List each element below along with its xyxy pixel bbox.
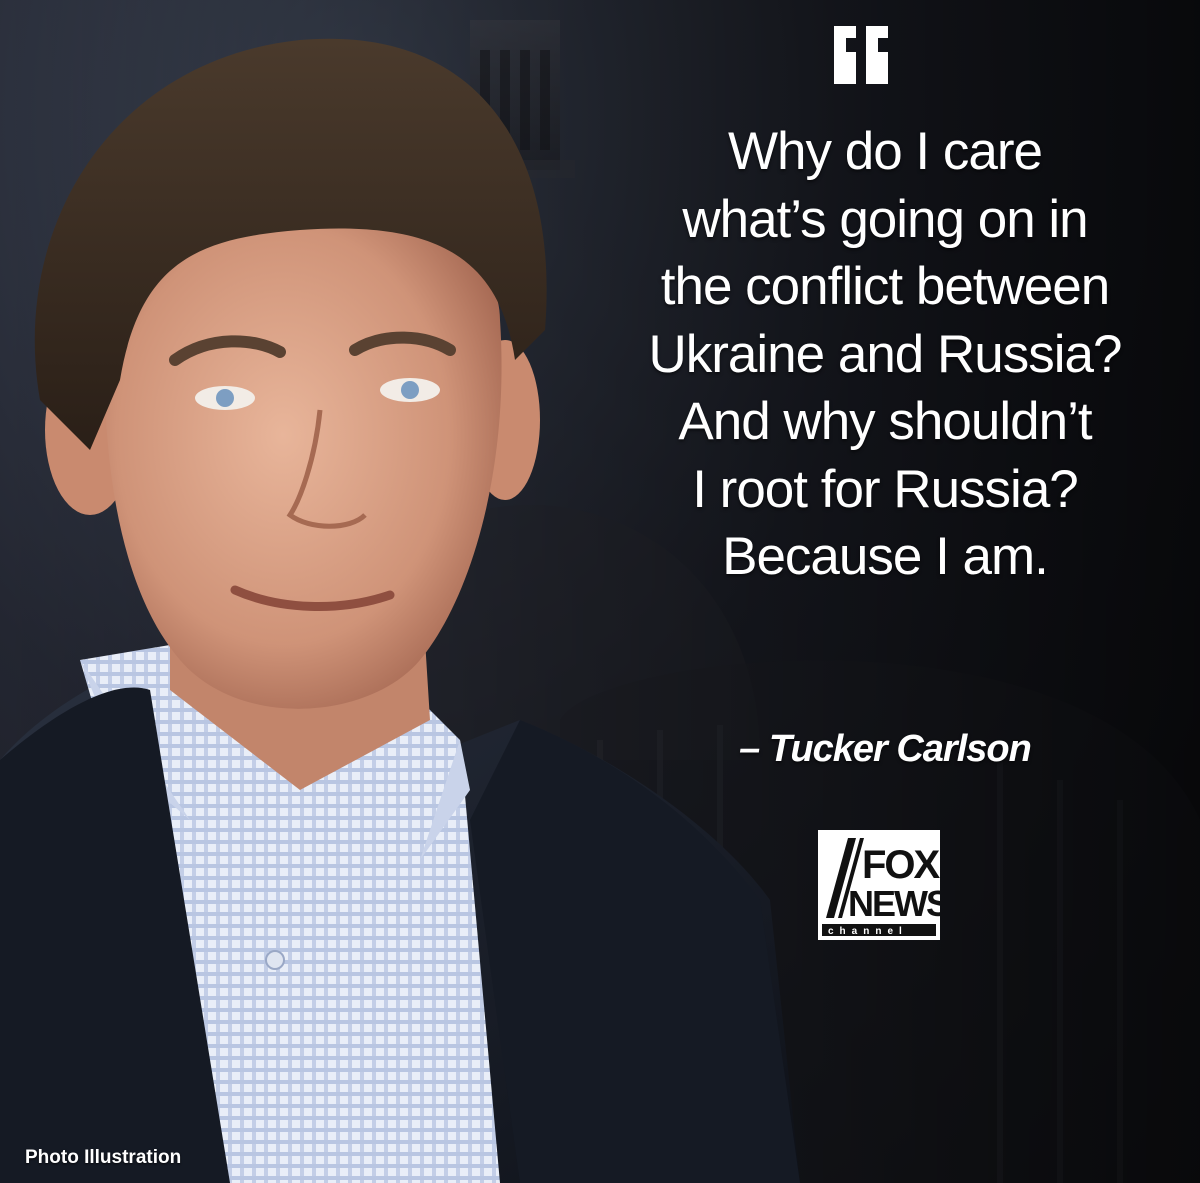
quote-line: the conflict between (660, 257, 1110, 316)
quotation-mark-icon (834, 26, 888, 84)
quote-line: what’s going on in (682, 189, 1088, 249)
svg-text:NEWS: NEWS (848, 883, 940, 924)
quote-line: I root for Russia? (692, 459, 1079, 519)
svg-text:channel: channel (828, 926, 908, 937)
quote-card: Why do I care what’s going on in the con… (0, 0, 1200, 1183)
quote-line: Because I am. (722, 527, 1049, 586)
quote-line: Why do I care (728, 122, 1043, 181)
quote-line: And why shouldn’t (678, 392, 1092, 451)
photo-caption: Photo Illustration (25, 1147, 182, 1168)
svg-text:FOX: FOX (862, 843, 940, 887)
quote-attribution: – Tucker Carlson (739, 728, 1032, 770)
quote-text: Why do I care what’s going on in the con… (570, 118, 1200, 591)
quote-line: Ukraine and Russia? (648, 324, 1123, 384)
fox-news-channel-logo: FOX NEWS channel (818, 830, 940, 940)
